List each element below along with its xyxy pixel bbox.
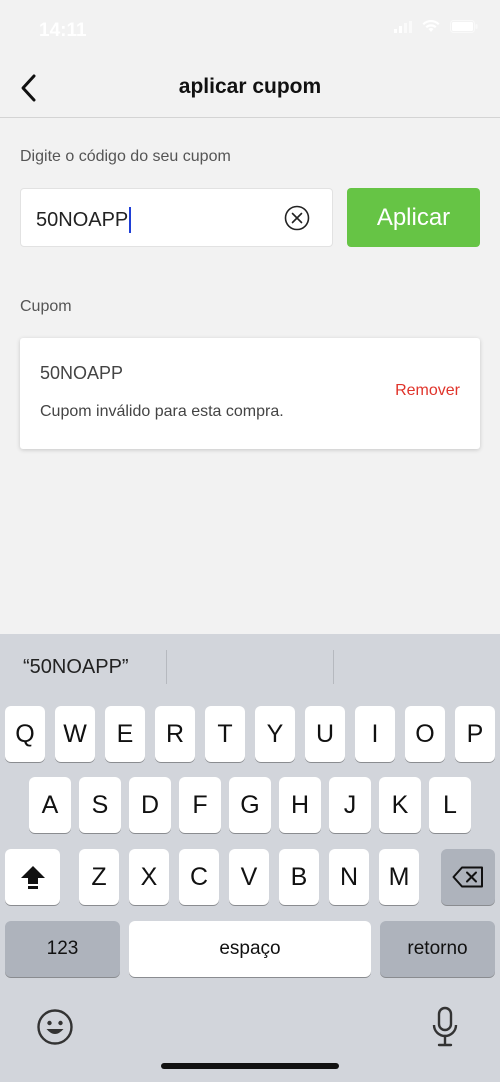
shift-icon bbox=[20, 866, 45, 889]
emoji-icon bbox=[37, 1009, 73, 1045]
key-v[interactable]: V bbox=[229, 849, 269, 905]
applied-coupon-code: 50NOAPP bbox=[40, 363, 124, 383]
suggestion-divider bbox=[333, 650, 334, 684]
apply-coupon-button[interactable]: Aplicar bbox=[347, 188, 480, 247]
keyboard: “50NOAPP” Q W E R T Y U I O P A S D F G … bbox=[0, 634, 500, 1082]
cellular-signal-icon bbox=[394, 20, 412, 33]
key-u[interactable]: U bbox=[305, 706, 345, 762]
key-y[interactable]: Y bbox=[255, 706, 295, 762]
coupon-section-label: Cupom bbox=[20, 298, 72, 315]
clear-circle-icon bbox=[284, 205, 310, 231]
coupon-code-input[interactable]: 50NOAPP bbox=[20, 188, 333, 247]
key-r[interactable]: R bbox=[155, 706, 195, 762]
backspace-key[interactable] bbox=[441, 849, 495, 905]
keyboard-suggestions-bar: “50NOAPP” bbox=[0, 634, 500, 700]
suggestion-divider bbox=[166, 650, 167, 684]
key-f[interactable]: F bbox=[179, 777, 221, 833]
key-c[interactable]: C bbox=[179, 849, 219, 905]
keyboard-suggestion[interactable]: “50NOAPP” bbox=[23, 656, 129, 679]
key-l[interactable]: L bbox=[429, 777, 471, 833]
key-j[interactable]: J bbox=[329, 777, 371, 833]
shift-key[interactable] bbox=[5, 849, 60, 905]
key-q[interactable]: Q bbox=[5, 706, 45, 762]
status-icons bbox=[394, 20, 478, 33]
backspace-icon bbox=[452, 866, 483, 888]
status-bar: 14:11 bbox=[0, 0, 500, 60]
remove-coupon-link[interactable]: Remover bbox=[395, 382, 460, 400]
coupon-error-message: Cupom inválido para esta compra. bbox=[40, 403, 284, 420]
battery-icon bbox=[450, 20, 478, 33]
key-k[interactable]: K bbox=[379, 777, 421, 833]
coupon-code-input-value: 50NOAPP bbox=[36, 207, 132, 233]
key-h[interactable]: H bbox=[279, 777, 321, 833]
key-n[interactable]: N bbox=[329, 849, 369, 905]
emoji-button[interactable] bbox=[36, 1008, 74, 1046]
key-z[interactable]: Z bbox=[79, 849, 119, 905]
key-b[interactable]: B bbox=[279, 849, 319, 905]
key-d[interactable]: D bbox=[129, 777, 171, 833]
key-p[interactable]: P bbox=[455, 706, 495, 762]
key-w[interactable]: W bbox=[55, 706, 95, 762]
dictation-button[interactable] bbox=[430, 1006, 460, 1048]
key-m[interactable]: M bbox=[379, 849, 419, 905]
status-time: 14:11 bbox=[39, 20, 87, 41]
coupon-field-label: Digite o código do seu cupom bbox=[20, 148, 231, 165]
home-indicator bbox=[161, 1063, 339, 1069]
clear-input-button[interactable] bbox=[284, 205, 310, 231]
coupon-card: 50NOAPP Cupom inválido para esta compra.… bbox=[20, 338, 480, 449]
microphone-icon bbox=[432, 1006, 458, 1047]
coupon-code-text: 50NOAPP bbox=[36, 208, 129, 231]
key-i[interactable]: I bbox=[355, 706, 395, 762]
key-e[interactable]: E bbox=[105, 706, 145, 762]
numbers-key[interactable]: 123 bbox=[5, 921, 120, 977]
space-key[interactable]: espaço bbox=[129, 921, 371, 977]
page-title: aplicar cupom bbox=[178, 75, 322, 98]
text-caret bbox=[129, 207, 132, 233]
return-key[interactable]: retorno bbox=[380, 921, 495, 977]
nav-bar: aplicar cupom bbox=[0, 60, 500, 118]
key-s[interactable]: S bbox=[79, 777, 121, 833]
key-x[interactable]: X bbox=[129, 849, 169, 905]
key-t[interactable]: T bbox=[205, 706, 245, 762]
wifi-icon bbox=[422, 20, 440, 32]
key-g[interactable]: G bbox=[229, 777, 271, 833]
key-o[interactable]: O bbox=[405, 706, 445, 762]
key-a[interactable]: A bbox=[29, 777, 71, 833]
